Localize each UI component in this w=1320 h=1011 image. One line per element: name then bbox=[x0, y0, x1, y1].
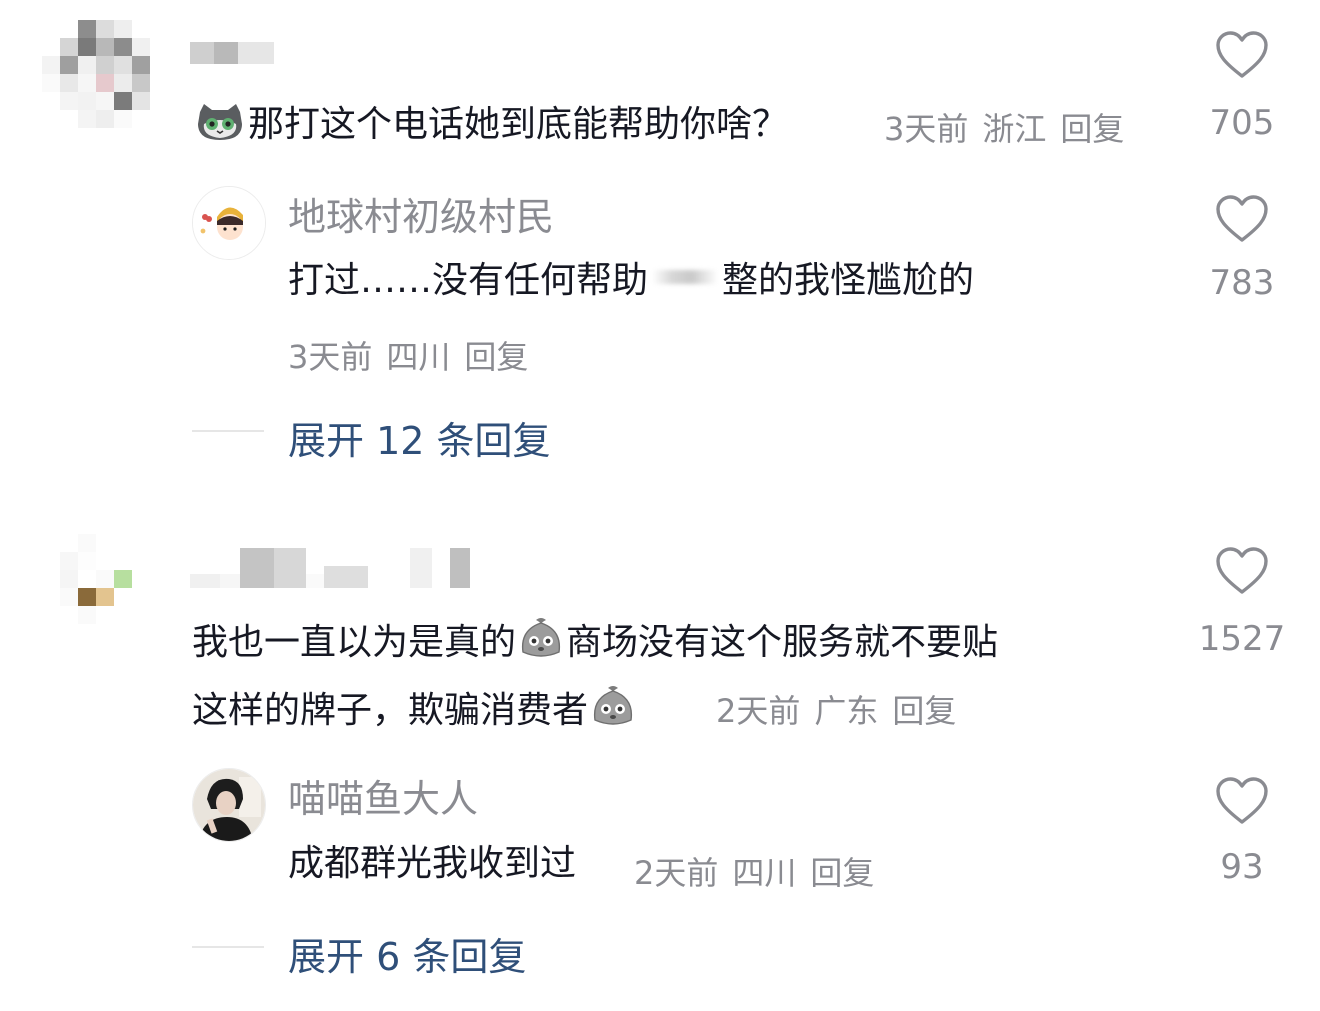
comment-location: 广东 bbox=[814, 692, 879, 730]
comment-time: 3天前 bbox=[884, 110, 969, 148]
commenter-avatar[interactable] bbox=[42, 534, 150, 642]
expand-replies-button[interactable]: 展开 6 条回复 bbox=[288, 926, 526, 981]
expand-divider bbox=[192, 946, 264, 948]
reply-text: 打过……没有任何帮助 整的我怪尴尬的 bbox=[288, 260, 975, 301]
commenter-avatar[interactable] bbox=[42, 20, 150, 128]
comment-text: 我也一直以为是真的 商场没有这个服务就不要贴 bbox=[192, 616, 998, 667]
blurred-text bbox=[652, 270, 719, 284]
reply-like-column: 93 bbox=[1182, 776, 1302, 884]
like-count: 93 bbox=[1220, 847, 1264, 887]
dumpling-face-emoji bbox=[518, 616, 564, 667]
reply-avatar[interactable] bbox=[192, 186, 266, 260]
reply-time: 3天前 bbox=[288, 338, 373, 376]
reply-button[interactable]: 回复 bbox=[892, 692, 956, 730]
reply-like-column: 783 bbox=[1182, 194, 1302, 300]
reply-location: 四川 bbox=[386, 338, 451, 376]
comment-time: 2天前 bbox=[716, 692, 801, 730]
reply-button[interactable]: 回复 bbox=[464, 338, 528, 376]
reply-meta: 2天前 四川 回复 bbox=[634, 848, 874, 894]
comment-text-line2: 这样的牌子，欺骗消费者 bbox=[192, 684, 638, 735]
like-count: 1527 bbox=[1198, 619, 1286, 659]
commenter-name-blurred[interactable] bbox=[190, 42, 274, 64]
comment-location: 浙江 bbox=[982, 110, 1047, 148]
heart-icon[interactable] bbox=[1215, 30, 1269, 80]
heart-icon[interactable] bbox=[1215, 546, 1269, 596]
reply-button[interactable]: 回复 bbox=[1060, 110, 1124, 148]
comment-text: 那打这个电话她到底能帮助你啥？ bbox=[192, 102, 788, 149]
heart-icon[interactable] bbox=[1215, 194, 1269, 244]
heart-icon[interactable] bbox=[1215, 776, 1269, 826]
comment-meta: 2天前 广东 回复 bbox=[716, 686, 956, 732]
like-count: 783 bbox=[1209, 263, 1275, 303]
like-column: 1527 bbox=[1182, 546, 1302, 656]
reply-time: 2天前 bbox=[634, 854, 719, 892]
reply-meta: 3天前 四川 回复 bbox=[288, 332, 528, 378]
reply-location: 四川 bbox=[732, 854, 797, 892]
reply-username[interactable]: 喵喵鱼大人 bbox=[288, 780, 478, 818]
cat-face-emoji bbox=[194, 102, 246, 149]
reply-avatar[interactable] bbox=[192, 768, 266, 842]
comment-meta: 3天前 浙江 回复 bbox=[884, 104, 1124, 150]
like-column: 705 bbox=[1182, 30, 1302, 140]
expand-divider bbox=[192, 430, 264, 432]
reply-username[interactable]: 地球村初级村民 bbox=[288, 198, 554, 236]
reply-text: 成都群光我收到过 bbox=[288, 843, 577, 884]
like-count: 705 bbox=[1209, 103, 1275, 143]
dumpling-face-emoji bbox=[590, 684, 636, 735]
expand-replies-button[interactable]: 展开 12 条回复 bbox=[288, 410, 551, 465]
reply-button[interactable]: 回复 bbox=[810, 854, 874, 892]
commenter-name-blurred[interactable] bbox=[190, 548, 470, 588]
